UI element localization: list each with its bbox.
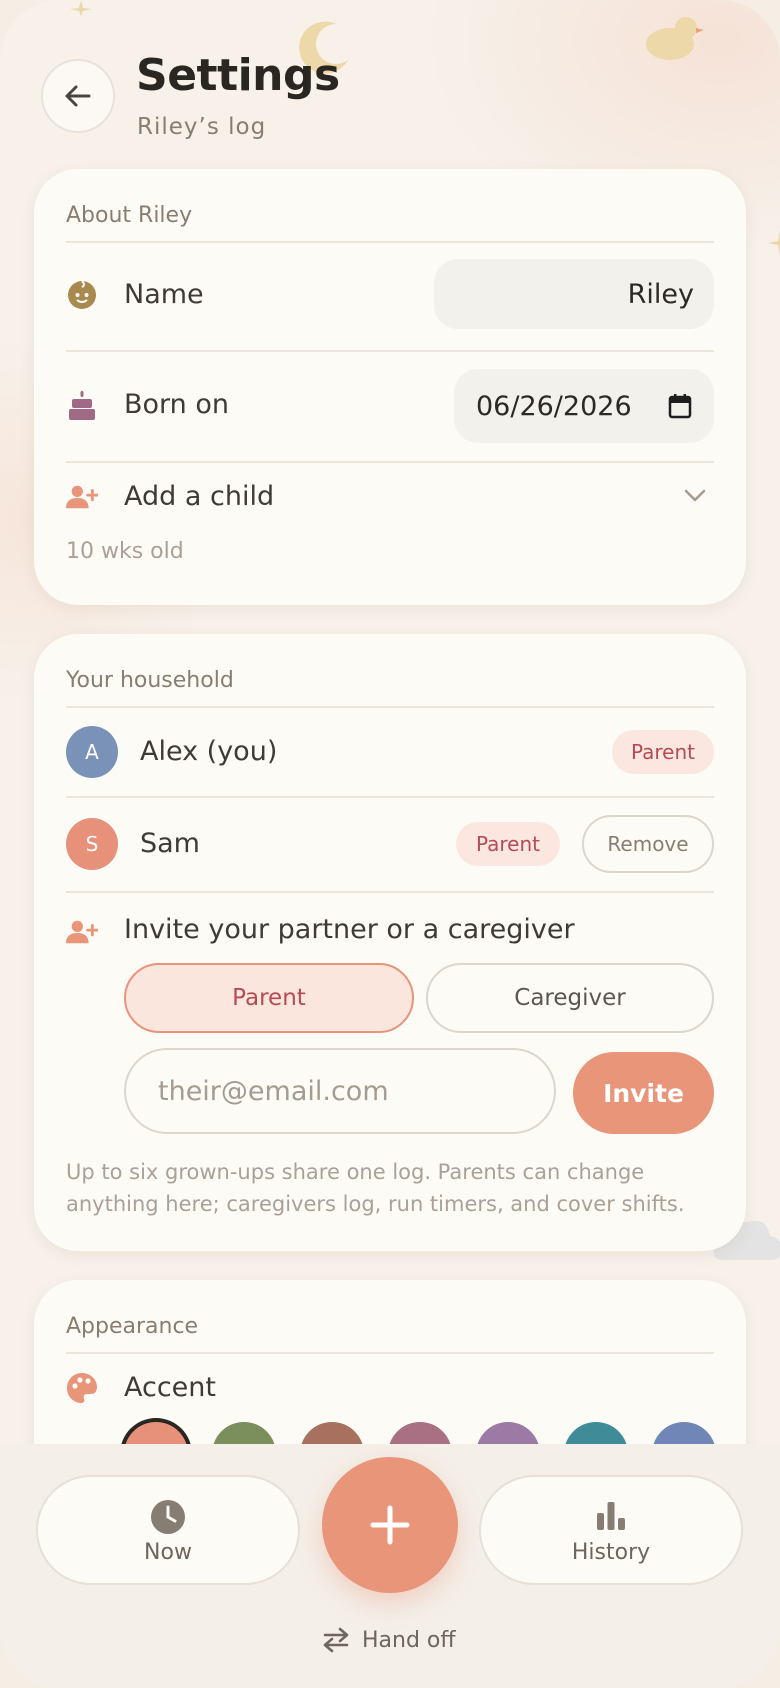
role-badge: Parent — [456, 822, 560, 866]
add-person-icon — [66, 481, 98, 513]
birth-date-value: 06/26/2026 — [476, 390, 632, 422]
appearance-section-title: Appearance — [66, 1314, 199, 1339]
star-decoration — [768, 230, 780, 256]
remove-member-button[interactable]: Remove — [582, 815, 714, 873]
member-name: Sam — [140, 828, 200, 859]
bird-decoration — [646, 17, 704, 60]
nav-now-button[interactable]: Now — [36, 1475, 300, 1585]
baby-face-icon — [66, 279, 98, 311]
divider — [66, 461, 714, 463]
about-section-title: About Riley — [66, 203, 193, 228]
swap-arrows-icon — [323, 1627, 349, 1653]
bar-chart-icon — [597, 1502, 625, 1530]
household-section-title: Your household — [66, 668, 234, 693]
add-person-icon — [66, 916, 98, 948]
name-field[interactable]: Riley — [434, 259, 714, 329]
household-card: Your household A Alex (you) Parent S Sam… — [34, 634, 746, 1251]
role-badge: Parent — [612, 730, 714, 774]
email-input[interactable]: their@email.com — [124, 1048, 556, 1134]
divider — [66, 241, 714, 243]
name-label: Name — [124, 279, 204, 310]
avatar: A — [66, 726, 118, 778]
divider — [66, 891, 714, 893]
page-title: Settings — [136, 50, 340, 101]
plus-icon — [370, 1505, 410, 1545]
add-entry-button[interactable] — [322, 1457, 458, 1593]
member-name: Alex (you) — [140, 736, 278, 767]
hand-off-label: Hand off — [362, 1627, 456, 1653]
about-card: About Riley Name Riley Born on 06/26/202… — [34, 169, 746, 605]
nav-history-button[interactable]: History — [479, 1475, 743, 1585]
star-decoration — [70, 0, 92, 16]
nav-history-label: History — [571, 1540, 651, 1565]
divider — [66, 796, 714, 798]
arrow-left-icon — [65, 85, 91, 107]
birth-date-field[interactable]: 06/26/2026 — [454, 369, 714, 443]
divider — [66, 1352, 714, 1354]
avatar: S — [66, 818, 118, 870]
role-option-caregiver[interactable]: Caregiver — [426, 963, 714, 1033]
chevron-down-icon — [684, 489, 706, 502]
back-button[interactable] — [41, 59, 115, 133]
nav-now-label: Now — [144, 1540, 192, 1565]
divider — [66, 706, 714, 708]
add-child-label: Add a child — [124, 481, 275, 512]
age-text: 10 wks old — [66, 539, 184, 564]
calendar-icon[interactable] — [668, 393, 692, 419]
app-screen: Settings Riley’s log About Riley Name Ri… — [0, 0, 780, 1688]
invite-label: Invite your partner or a caregiver — [124, 914, 575, 945]
invite-button[interactable]: Invite — [573, 1052, 714, 1134]
role-option-parent[interactable]: Parent — [124, 963, 414, 1033]
hand-off-button[interactable]: Hand off — [322, 1622, 456, 1658]
clock-icon — [151, 1500, 185, 1534]
add-child-row[interactable]: Add a child — [34, 465, 746, 529]
born-on-label: Born on — [124, 389, 229, 420]
household-help-text: Up to six grown-ups share one log. Paren… — [66, 1160, 685, 1216]
cake-icon — [66, 389, 98, 421]
palette-icon — [66, 1372, 98, 1404]
accent-label: Accent — [124, 1372, 216, 1403]
page-subtitle: Riley’s log — [137, 114, 267, 140]
divider — [66, 350, 714, 352]
